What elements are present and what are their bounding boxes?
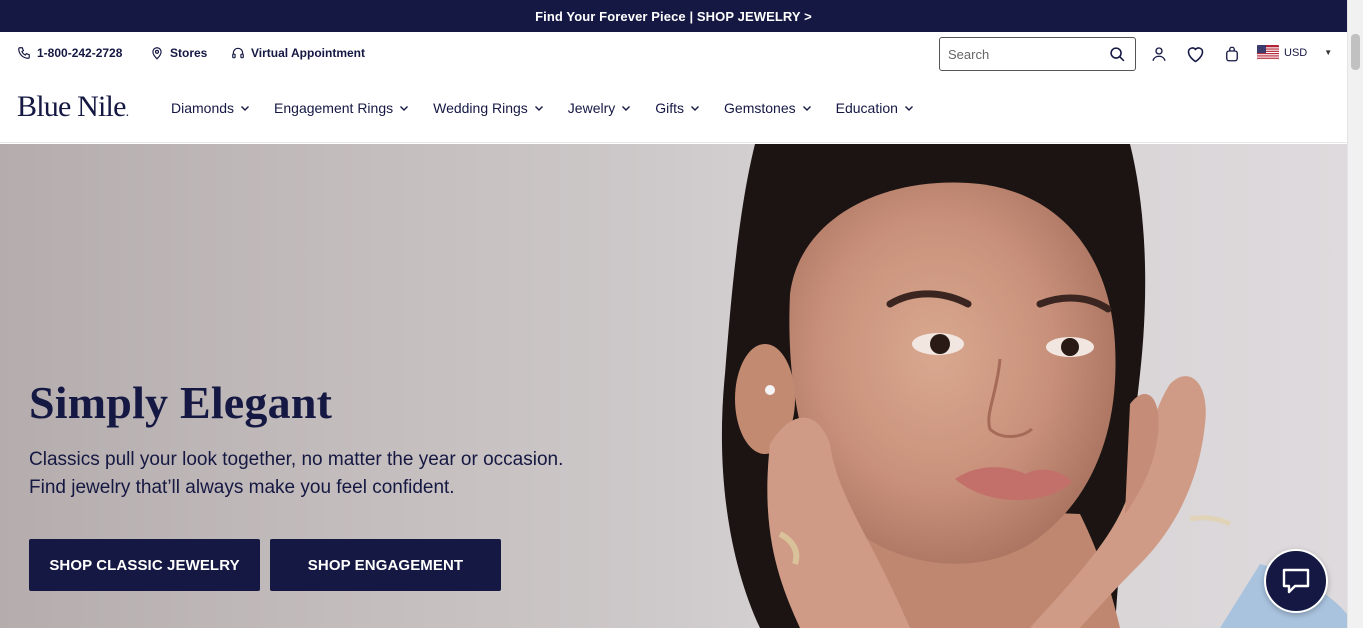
user-icon [1152,47,1166,61]
virtual-appointment-label: Virtual Appointment [251,46,365,60]
hero-subtitle-line: Find jewelry that’ll always make you fee… [29,477,455,498]
nav-item-label: Engagement Rings [274,100,394,116]
nav-item-engagement-rings[interactable]: Engagement Rings [274,100,409,116]
chat-icon [1282,568,1310,594]
blue-nile-logo[interactable]: Blue Nile. [17,90,129,124]
nav-item-label: Diamonds [171,100,235,116]
promo-banner[interactable]: Find Your Forever Piece | SHOP JEWELRY > [0,0,1347,32]
chevron-down-icon [534,106,543,111]
nav-item-label: Wedding Rings [433,100,528,116]
chevron-down-icon [691,106,700,111]
chevron-down-icon [802,106,811,111]
hero-banner: Simply Elegant Classics pull your look t… [0,144,1347,628]
nav-item-label: Jewelry [567,100,616,116]
shopping-bag-icon [1226,46,1238,62]
nav-menu: Diamonds Engagement Rings Wedding Rings … [171,100,938,116]
heart-icon [1187,46,1203,62]
bag-button[interactable] [1222,44,1242,64]
hero-model-photo [700,144,1347,628]
logo-mark: . [125,105,129,120]
main-navigation: Blue Nile. Diamonds Engagement Rings Wed… [0,76,1347,143]
utility-bar: 1-800-242-2728 Stores Virtual Appointmen… [0,32,1347,76]
stores-link[interactable]: Stores [150,46,207,60]
hero-subtitle: Classics pull your look together, no mat… [29,446,649,502]
map-pin-icon [152,47,162,60]
wishlist-button[interactable] [1184,44,1206,64]
chevron-down-icon [904,106,913,111]
chevron-down-icon [241,106,250,111]
nav-item-diamonds[interactable]: Diamonds [171,100,250,116]
search-input[interactable] [948,46,1098,62]
promo-banner-text[interactable]: Find Your Forever Piece | SHOP JEWELRY > [535,9,812,24]
scrollbar-thumb[interactable] [1351,34,1360,70]
nav-item-label: Education [835,100,898,116]
nav-item-education[interactable]: Education [836,100,914,116]
nav-item-jewelry[interactable]: Jewelry [568,100,631,116]
nav-item-wedding-rings[interactable]: Wedding Rings [433,100,544,116]
logo-text: Blue Nile [17,90,126,123]
us-flag-icon [1257,45,1279,60]
nav-item-gifts[interactable]: Gifts [655,100,700,116]
chevron-down-icon [400,106,409,111]
currency-label: USD [1284,46,1308,59]
currency-selector[interactable]: USD ▼ [1257,45,1332,60]
virtual-appointment-link[interactable]: Virtual Appointment [231,46,365,60]
nav-item-label: Gifts [655,100,685,116]
shop-classic-jewelry-button[interactable]: SHOP CLASSIC JEWELRY [29,539,260,591]
phone-icon [18,47,30,59]
hero-subtitle-line: Classics pull your look together, no mat… [29,449,564,470]
chevron-down-icon [622,106,631,111]
hero-title: Simply Elegant [29,377,333,428]
phone-number: 1-800-242-2728 [37,46,123,60]
stores-label: Stores [170,46,208,60]
search-box [939,37,1136,71]
page-scrollbar[interactable] [1347,0,1363,628]
nav-item-gemstones[interactable]: Gemstones [724,100,812,116]
shop-engagement-button[interactable]: SHOP ENGAGEMENT [270,539,501,591]
chat-button[interactable] [1264,549,1328,613]
account-button[interactable] [1149,44,1169,64]
search-icon[interactable] [1109,46,1126,63]
headset-icon [232,47,244,59]
nav-item-label: Gemstones [724,100,796,116]
caret-down-icon: ▼ [1324,48,1333,57]
phone-link[interactable]: 1-800-242-2728 [17,46,122,60]
